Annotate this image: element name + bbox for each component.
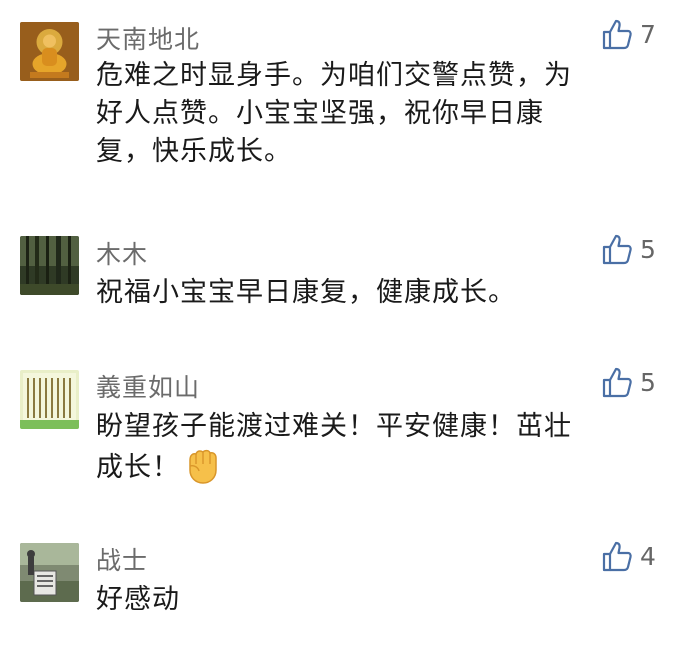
comment-line: 成长！ bbox=[96, 446, 596, 495]
avatar[interactable] bbox=[20, 22, 79, 81]
thumbs-up-icon bbox=[602, 541, 632, 572]
thumbs-up-icon bbox=[602, 19, 632, 50]
comment-line: 祝福小宝宝早日康复，健康成长。 bbox=[96, 277, 516, 308]
like-button[interactable]: 7 bbox=[600, 16, 670, 52]
thumbs-up-icon bbox=[602, 234, 632, 265]
forest-icon bbox=[20, 236, 79, 295]
comment-line: 好感动 bbox=[96, 584, 180, 615]
like-count: 5 bbox=[640, 367, 656, 397]
like-button[interactable]: 4 bbox=[600, 538, 670, 574]
like-button[interactable]: 5 bbox=[600, 231, 670, 267]
comment-author[interactable]: 天南地北 bbox=[96, 20, 200, 56]
avatar[interactable] bbox=[20, 236, 79, 295]
like-button[interactable]: 5 bbox=[600, 364, 670, 400]
raised-fist-emoji-icon bbox=[184, 446, 220, 495]
comment-author[interactable]: 木木 bbox=[96, 235, 148, 271]
comment-text: 盼望孩子能渡过难关！平安健康！茁壮 成长！ bbox=[96, 408, 596, 495]
thumbs-up-icon bbox=[602, 367, 632, 398]
stone-tablet-icon bbox=[20, 543, 79, 602]
avatar[interactable] bbox=[20, 543, 79, 602]
comment-author[interactable]: 战士 bbox=[96, 541, 148, 577]
like-count: 4 bbox=[640, 541, 656, 571]
comment-text: 祝福小宝宝早日康复，健康成长。 bbox=[96, 274, 596, 312]
like-count: 5 bbox=[640, 234, 656, 264]
comment-line: 盼望孩子能渡过难关！平安健康！茁壮 bbox=[96, 411, 572, 442]
comment-line: 危难之时显身手。为咱们交警点赞，为 bbox=[96, 60, 572, 91]
like-count: 7 bbox=[640, 19, 656, 49]
comment-text: 危难之时显身手。为咱们交警点赞，为 好人点赞。小宝宝坚强，祝你早日康 复，快乐成… bbox=[96, 57, 596, 171]
avatar[interactable] bbox=[20, 370, 79, 429]
comment-author[interactable]: 義重如山 bbox=[96, 368, 200, 404]
comment-text: 好感动 bbox=[96, 581, 596, 619]
calligraphy-icon bbox=[20, 370, 79, 429]
comment-line: 好人点赞。小宝宝坚强，祝你早日康 bbox=[96, 98, 544, 129]
buddha-statue-icon bbox=[20, 22, 79, 81]
comment-line-text: 成长！ bbox=[96, 452, 180, 483]
comment-line: 复，快乐成长。 bbox=[96, 136, 292, 167]
